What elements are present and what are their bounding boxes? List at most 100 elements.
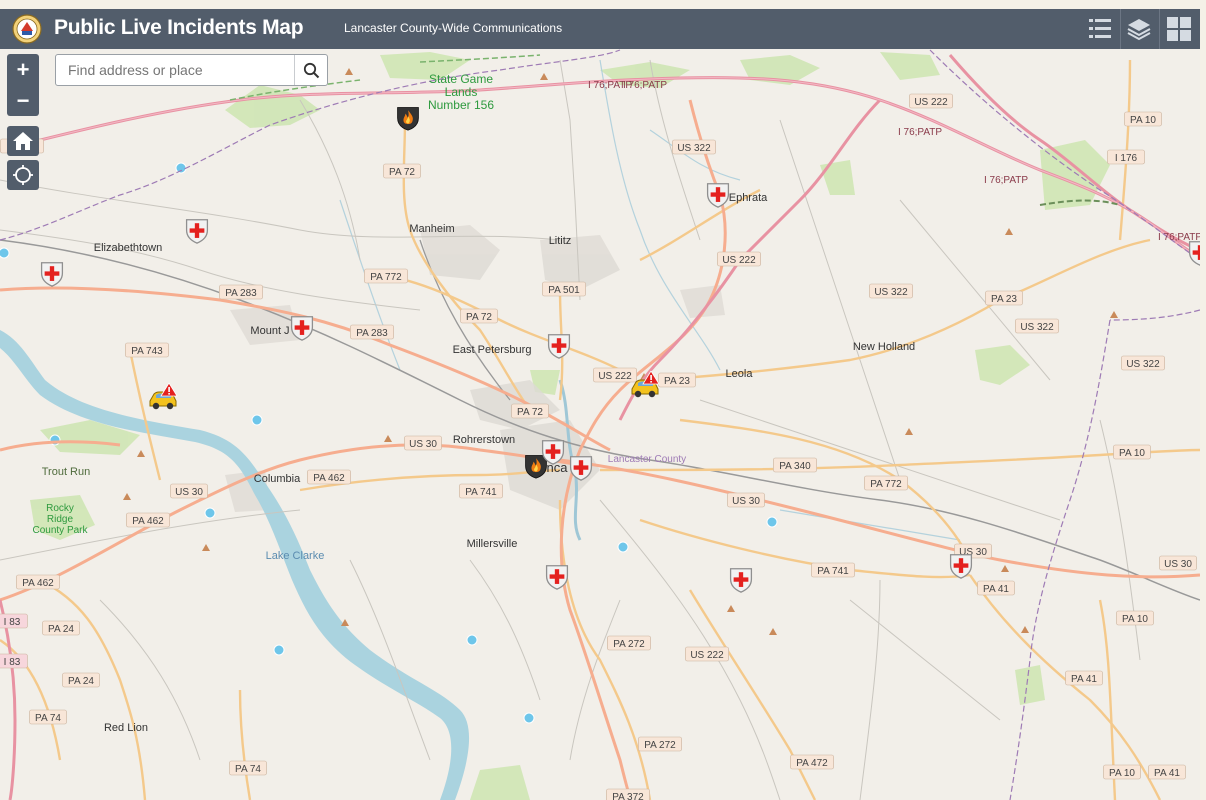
road-label: PA 41 bbox=[977, 580, 1015, 596]
road-label-text: PA 23 bbox=[991, 294, 1017, 305]
road-label-text: PA 10 bbox=[1109, 768, 1135, 779]
road-label: US 322 bbox=[1015, 318, 1059, 334]
place-label: Lancaster County bbox=[608, 454, 686, 465]
road-label: PA 772 bbox=[364, 268, 408, 284]
place-label: Rohrerstown bbox=[453, 434, 515, 446]
zoom-out-button[interactable]: − bbox=[7, 85, 39, 116]
header-divider bbox=[1159, 9, 1160, 49]
road-label-text: PA 23 bbox=[664, 376, 690, 387]
road-label: PA 74 bbox=[229, 760, 267, 776]
app-header: Public Live Incidents Map Lancaster Coun… bbox=[0, 9, 1200, 49]
place-label: Mount J bbox=[250, 325, 289, 337]
road-label-text: US 222 bbox=[690, 650, 724, 661]
place-label: Lititz bbox=[549, 235, 572, 247]
top-strip bbox=[0, 0, 1206, 9]
road-label-text: PA 283 bbox=[356, 328, 388, 339]
road-label: PA 741 bbox=[811, 562, 855, 578]
road-label-text: I 83 bbox=[4, 657, 21, 668]
road-label-text: PA 41 bbox=[983, 584, 1009, 595]
road-label-text: US 30 bbox=[175, 487, 203, 498]
road-label: PA 772 bbox=[864, 475, 908, 491]
road-label-text: I 176 bbox=[1115, 153, 1138, 164]
road-label: I 76;PATP bbox=[588, 80, 632, 91]
place-label: Millersville bbox=[467, 538, 518, 550]
place-label: Manheim bbox=[409, 223, 454, 235]
road-label-text: US 30 bbox=[1164, 559, 1192, 570]
road-label: US 30 bbox=[727, 492, 765, 508]
layers-button[interactable] bbox=[1121, 12, 1157, 46]
road-label: PA 272 bbox=[638, 736, 682, 752]
road-label-text: US 30 bbox=[732, 496, 760, 507]
road-label-text: PA 772 bbox=[370, 272, 402, 283]
road-label-text: PA 41 bbox=[1154, 768, 1180, 779]
road-label: PA 24 bbox=[42, 620, 80, 636]
road-label: PA 72 bbox=[511, 403, 549, 419]
basemap-button[interactable] bbox=[1161, 12, 1197, 46]
road-label: PA 72 bbox=[460, 308, 498, 324]
search-input[interactable] bbox=[56, 55, 296, 85]
road-label-text: PA 272 bbox=[613, 639, 645, 650]
road-label-text: PA 41 bbox=[1071, 674, 1097, 685]
road-label-text: PA 10 bbox=[1130, 115, 1156, 126]
zoom-in-button[interactable]: + bbox=[7, 54, 39, 85]
road-label: I 176 bbox=[1107, 149, 1145, 165]
place-label: New Holland bbox=[853, 341, 915, 353]
road-label-text: PA 741 bbox=[817, 566, 849, 577]
map-view[interactable]: State Game Lands Number 156 Manheim Lititz… bbox=[0, 49, 1200, 800]
place-label: Red Lion bbox=[104, 722, 148, 734]
layers-icon bbox=[1127, 19, 1151, 41]
road-label-text: PA 462 bbox=[313, 473, 345, 484]
road-label: PA 74 bbox=[29, 709, 67, 725]
road-label: PA 462 bbox=[126, 512, 170, 528]
locate-button[interactable] bbox=[7, 160, 39, 190]
road-label-text: US 222 bbox=[598, 371, 632, 382]
right-edge bbox=[1200, 0, 1206, 800]
road-label: PA 272 bbox=[607, 635, 651, 651]
locate-icon bbox=[13, 165, 33, 185]
road-label: US 222 bbox=[909, 93, 953, 109]
road-label-text: PA 462 bbox=[22, 578, 54, 589]
place-label: Lake Clarke bbox=[266, 550, 325, 562]
place-label: Ephrata bbox=[729, 192, 768, 204]
road-label-text: PA 372 bbox=[612, 792, 644, 800]
road-label: PA 10 bbox=[1103, 764, 1141, 780]
road-label: PA 340 bbox=[773, 457, 817, 473]
road-label: US 322 bbox=[672, 139, 716, 155]
road-label-text: PA 743 bbox=[131, 346, 163, 357]
road-label: PA 501 bbox=[542, 281, 586, 297]
road-label: I 76;PATP bbox=[984, 175, 1028, 186]
home-icon bbox=[13, 132, 33, 150]
road-label-text: PA 72 bbox=[389, 167, 415, 178]
road-label: PA 462 bbox=[16, 574, 60, 590]
road-label-text: US 322 bbox=[677, 143, 711, 154]
road-label-text: PA 741 bbox=[465, 487, 497, 498]
home-button[interactable] bbox=[7, 126, 39, 156]
road-label-text: PA 772 bbox=[870, 479, 902, 490]
road-label: PA 10 bbox=[1124, 111, 1162, 127]
road-label-text: PA 283 bbox=[225, 288, 257, 299]
search-box bbox=[55, 54, 328, 86]
road-label: PA 41 bbox=[1065, 670, 1103, 686]
place-label: Trout Run bbox=[42, 466, 91, 478]
map-canvas[interactable]: State Game Lands Number 156 Manheim Lititz… bbox=[0, 49, 1200, 800]
road-label: US 222 bbox=[685, 646, 729, 662]
road-label-text: PA 72 bbox=[466, 312, 492, 323]
road-label-text: US 322 bbox=[1126, 359, 1160, 370]
road-label-text: PA 272 bbox=[644, 740, 676, 751]
road-label-text: I 76;PATP bbox=[984, 175, 1028, 186]
road-label: PA 283 bbox=[350, 324, 394, 340]
road-label-text: PA 74 bbox=[235, 764, 261, 775]
road-label: PA 743 bbox=[125, 342, 169, 358]
road-label: PA 23 bbox=[985, 290, 1023, 306]
road-label: I 83 bbox=[0, 653, 28, 669]
road-label-text: US 222 bbox=[914, 97, 948, 108]
road-label-text: US 322 bbox=[1020, 322, 1054, 333]
road-label: US 322 bbox=[869, 283, 913, 299]
road-label: PA 283 bbox=[219, 284, 263, 300]
search-button[interactable] bbox=[294, 55, 327, 85]
road-label: I 83 bbox=[0, 613, 28, 629]
road-label-text: PA 462 bbox=[132, 516, 164, 527]
app-subtitle: Lancaster County-Wide Communications bbox=[344, 21, 563, 35]
road-label: US 30 bbox=[170, 483, 208, 499]
legend-button[interactable] bbox=[1082, 12, 1118, 46]
